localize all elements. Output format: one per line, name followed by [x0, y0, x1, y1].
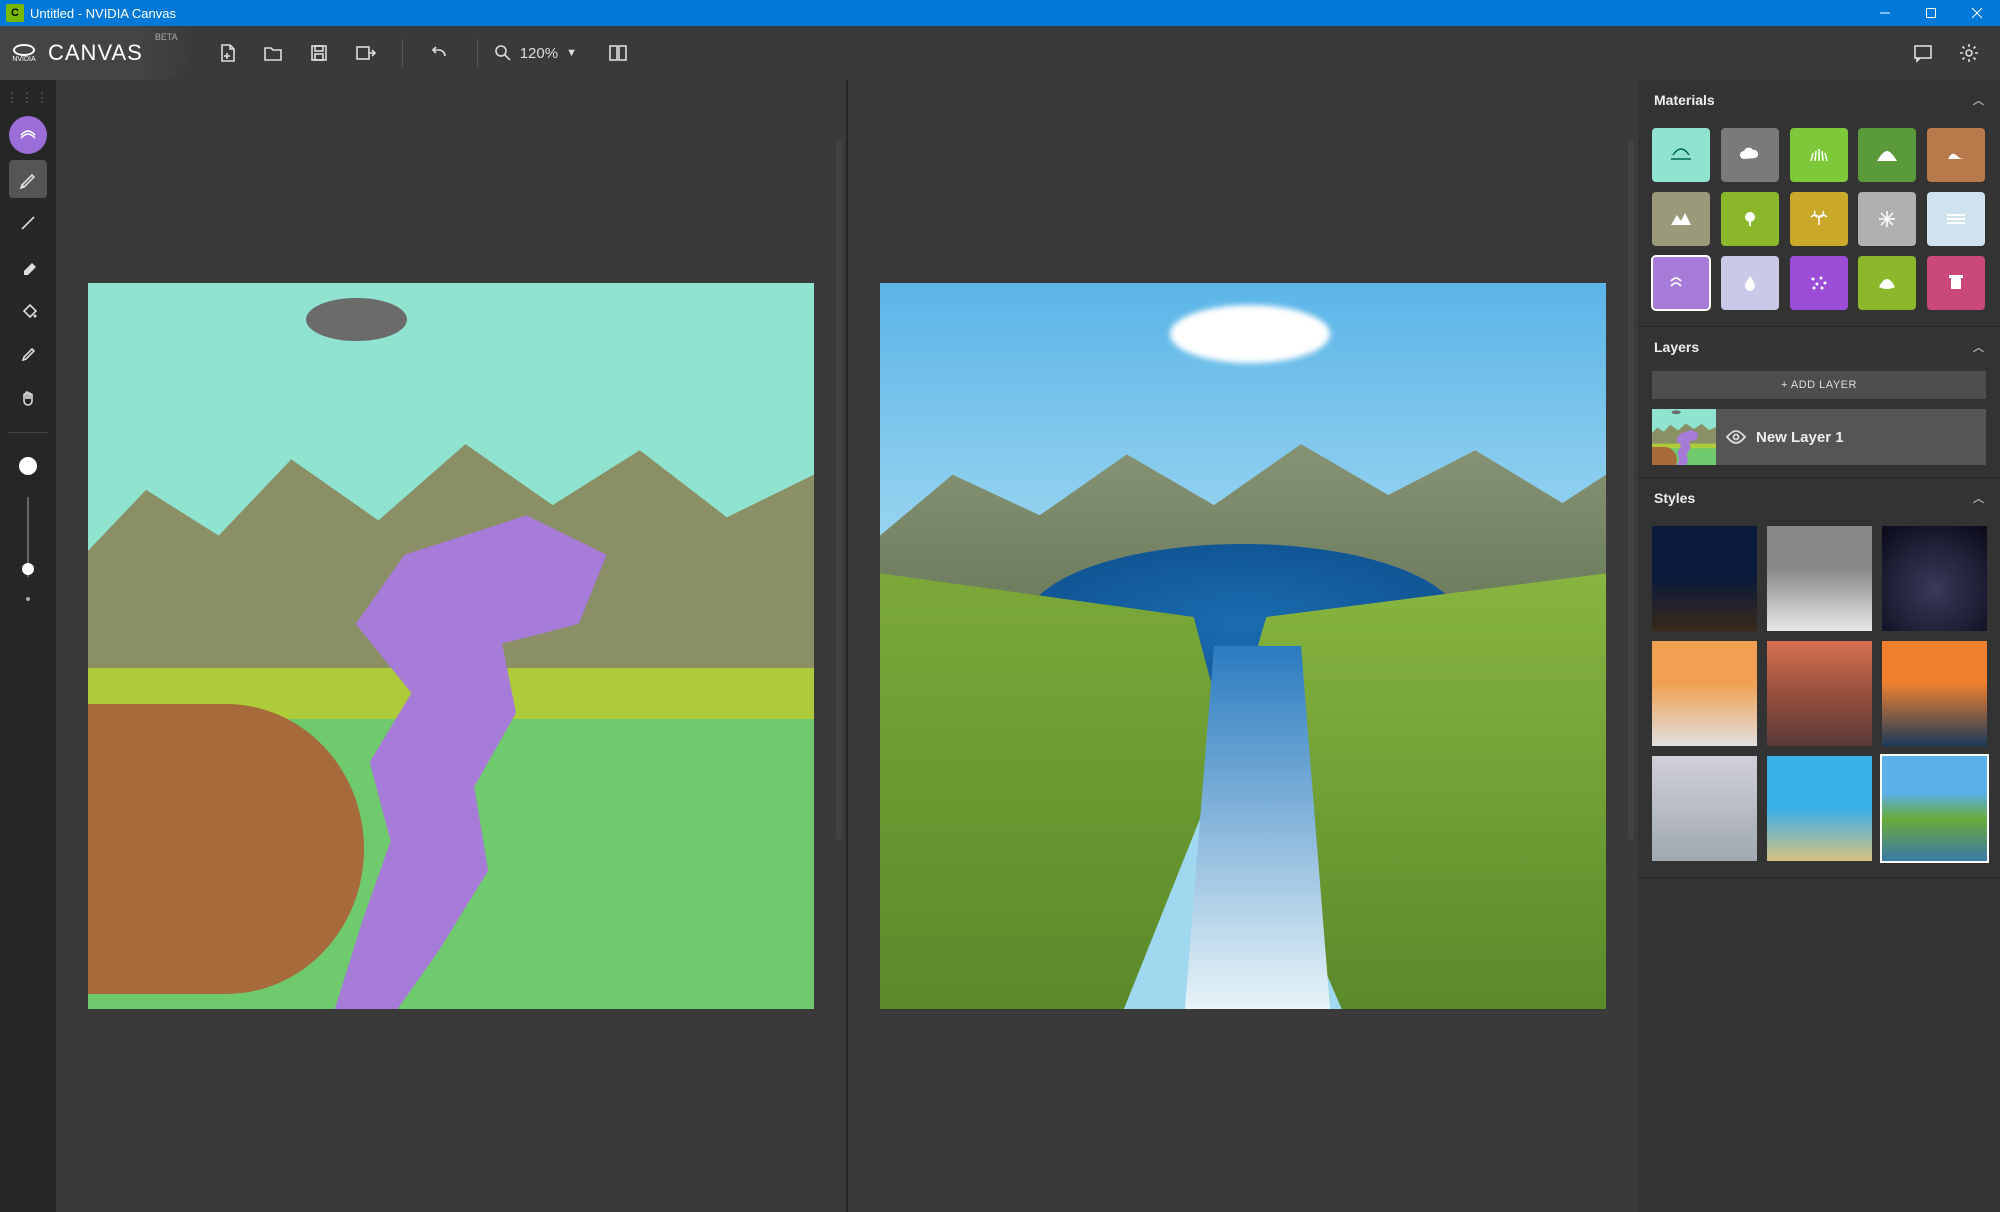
render-panel: [848, 80, 1638, 1212]
material-sea[interactable]: [1652, 256, 1710, 310]
new-file-button[interactable]: [210, 36, 244, 70]
style-red-mountain[interactable]: [1767, 641, 1872, 746]
brush-size-slider[interactable]: [27, 497, 29, 577]
styles-section: Styles ︿: [1638, 478, 2000, 878]
settings-button[interactable]: [1952, 36, 1986, 70]
material-river[interactable]: [1721, 256, 1779, 310]
material-dirt[interactable]: [1927, 128, 1985, 182]
material-sky[interactable]: [1652, 128, 1710, 182]
material-cloud[interactable]: [1721, 128, 1779, 182]
main-toolbar: NVIDIA CANVAS BETA 120% ▼: [0, 26, 2000, 80]
layers-header[interactable]: Layers ︿: [1638, 327, 2000, 367]
window-minimize-button[interactable]: [1862, 0, 1908, 26]
scrollbar[interactable]: [836, 140, 842, 840]
chevron-up-icon: ︿: [1973, 339, 1984, 355]
sidebar-divider: [8, 432, 48, 433]
feedback-button[interactable]: [1906, 36, 1940, 70]
style-ocean-sunset[interactable]: [1882, 641, 1987, 746]
export-button[interactable]: [348, 36, 382, 70]
line-tool-button[interactable]: [9, 204, 47, 242]
material-gravel[interactable]: [1790, 256, 1848, 310]
chevron-up-icon: ︿: [1973, 92, 1984, 108]
fill-tool-button[interactable]: [9, 292, 47, 330]
toolbar-separator: [477, 39, 478, 67]
segmentation-canvas[interactable]: [88, 283, 814, 1009]
layer-name: New Layer 1: [1756, 429, 1844, 446]
material-snow[interactable]: [1858, 192, 1916, 246]
nvidia-logo: NVIDIA: [10, 39, 38, 67]
right-panel: Materials ︿ Layers ︿ + ADD LAYER New Lay…: [1638, 80, 2000, 1212]
canvas-area: [56, 80, 1638, 1212]
app-name: CANVAS: [48, 40, 143, 66]
style-night-desert[interactable]: [1652, 526, 1757, 631]
style-sunset-clouds[interactable]: [1652, 641, 1757, 746]
add-layer-button[interactable]: + ADD LAYER: [1652, 371, 1986, 399]
styles-header[interactable]: Styles ︿: [1638, 478, 2000, 518]
material-grass[interactable]: [1790, 128, 1848, 182]
chevron-up-icon: ︿: [1973, 490, 1984, 506]
layer-row[interactable]: New Layer 1: [1652, 409, 1986, 465]
window-close-button[interactable]: [1954, 0, 2000, 26]
style-snow-valley[interactable]: [1652, 756, 1757, 861]
material-color-indicator[interactable]: [9, 116, 47, 154]
style-cloudy-peak[interactable]: [1767, 526, 1872, 631]
material-fog[interactable]: [1927, 192, 1985, 246]
undo-button[interactable]: [423, 36, 457, 70]
beta-tag: BETA: [155, 32, 178, 42]
segmentation-panel: [56, 80, 846, 1212]
brush-tool-button[interactable]: [9, 160, 47, 198]
save-file-button[interactable]: [302, 36, 336, 70]
layer-thumbnail: [1652, 409, 1716, 465]
app-icon: C: [6, 4, 24, 22]
material-tree[interactable]: [1721, 192, 1779, 246]
tool-sidebar: ⋮⋮⋮: [0, 80, 56, 1212]
material-mountain[interactable]: [1652, 192, 1710, 246]
brand-block: NVIDIA CANVAS BETA: [0, 26, 196, 80]
materials-section: Materials ︿: [1638, 80, 2000, 327]
material-building[interactable]: [1927, 256, 1985, 310]
eraser-tool-button[interactable]: [9, 248, 47, 286]
toolbar-separator: [402, 39, 403, 67]
grip-icon: ⋮⋮⋮: [6, 90, 51, 106]
pan-tool-button[interactable]: [9, 380, 47, 418]
zoom-control[interactable]: 120% ▼: [484, 36, 587, 70]
layers-section: Layers ︿ + ADD LAYER New Layer 1: [1638, 327, 2000, 478]
material-bush[interactable]: [1790, 192, 1848, 246]
brush-size-preview: [19, 457, 37, 475]
chevron-down-icon: ▼: [566, 47, 577, 59]
scrollbar[interactable]: [1628, 140, 1634, 840]
style-lake-meadow[interactable]: [1882, 756, 1987, 861]
eyedropper-tool-button[interactable]: [9, 336, 47, 374]
style-arch-stars[interactable]: [1882, 526, 1987, 631]
materials-header[interactable]: Materials ︿: [1638, 80, 2000, 120]
brush-size-min-indicator: [26, 597, 30, 601]
zoom-value: 120%: [520, 45, 558, 62]
window-maximize-button[interactable]: [1908, 0, 1954, 26]
open-file-button[interactable]: [256, 36, 290, 70]
window-title: Untitled - NVIDIA Canvas: [30, 6, 176, 21]
render-canvas[interactable]: [880, 283, 1606, 1009]
material-hill[interactable]: [1858, 128, 1916, 182]
split-view-button[interactable]: [601, 36, 635, 70]
window-titlebar: C Untitled - NVIDIA Canvas: [0, 0, 2000, 26]
layer-visibility-toggle[interactable]: [1716, 429, 1756, 445]
style-beach-day[interactable]: [1767, 756, 1872, 861]
material-stone[interactable]: [1858, 256, 1916, 310]
